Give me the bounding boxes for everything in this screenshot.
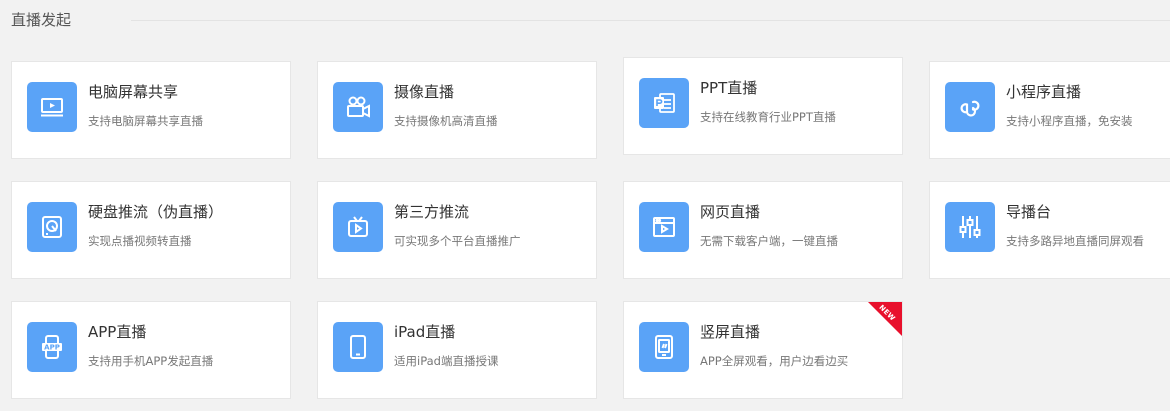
mixer-sliders-icon — [945, 202, 995, 252]
section-header: 直播发起 — [11, 9, 1170, 31]
card-ppt[interactable]: PPT直播 支持在线教育行业PPT直播 — [623, 57, 903, 155]
card-desc: 适用iPad端直播授课 — [394, 354, 499, 368]
card-camera[interactable]: 摄像直播 支持摄像机高清直播 — [317, 61, 597, 159]
card-desc: 支持多路异地直播同屏观看 — [1006, 234, 1144, 248]
card-desc: 支持在线教育行业PPT直播 — [700, 110, 836, 124]
new-badge: NEW — [868, 302, 902, 336]
tv-icon — [333, 202, 383, 252]
camera-icon — [333, 82, 383, 132]
section-title: 直播发起 — [11, 11, 72, 29]
card-third-party[interactable]: 第三方推流 可实现多个平台直播推广 — [317, 181, 597, 279]
card-screen-share[interactable]: 电脑屏幕共享 支持电脑屏幕共享直播 — [11, 61, 291, 159]
card-title: 第三方推流 — [394, 203, 470, 221]
screen-share-icon — [27, 82, 77, 132]
card-desc: 实现点播视频转直播 — [88, 234, 192, 248]
card-title: APP直播 — [88, 323, 147, 341]
card-desc: 支持电脑屏幕共享直播 — [88, 114, 203, 128]
card-mini-program[interactable]: 小程序直播 支持小程序直播，免安装 — [929, 61, 1170, 159]
card-desc: 可实现多个平台直播推广 — [394, 234, 521, 248]
section-divider — [131, 20, 1170, 21]
card-webpage[interactable]: 网页直播 无需下载客户端，一键直播 — [623, 181, 903, 279]
card-title: 导播台 — [1006, 203, 1052, 221]
card-ipad[interactable]: iPad直播 适用iPad端直播授课 — [317, 301, 597, 399]
card-title: iPad直播 — [394, 323, 456, 341]
mini-program-icon — [945, 82, 995, 132]
vertical-screen-icon — [639, 322, 689, 372]
card-desc: 支持用手机APP发起直播 — [88, 354, 214, 368]
app-icon-label: APP — [44, 344, 60, 352]
card-title: 网页直播 — [700, 203, 761, 221]
card-hard-disk[interactable]: 硬盘推流（伪直播） 实现点播视频转直播 — [11, 181, 291, 279]
card-desc: 无需下载客户端，一键直播 — [700, 234, 838, 248]
card-desc: APP全屏观看，用户边看边买 — [700, 354, 849, 368]
card-desc: 支持摄像机高清直播 — [394, 114, 498, 128]
card-title: 硬盘推流（伪直播） — [88, 203, 224, 221]
ipad-icon — [333, 322, 383, 372]
ppt-icon — [639, 78, 689, 128]
card-vertical-screen[interactable]: 竖屏直播 APP全屏观看，用户边看边买 NEW — [623, 301, 903, 399]
app-phone-icon: APP — [27, 322, 77, 372]
card-title: 竖屏直播 — [700, 323, 761, 341]
card-title: 电脑屏幕共享 — [88, 83, 179, 101]
card-desc: 支持小程序直播，免安装 — [1006, 114, 1133, 128]
card-title: 小程序直播 — [1006, 83, 1082, 101]
card-mixer[interactable]: 导播台 支持多路异地直播同屏观看 — [929, 181, 1170, 279]
webpage-icon — [639, 202, 689, 252]
card-title: PPT直播 — [700, 79, 758, 97]
card-title: 摄像直播 — [394, 83, 455, 101]
hard-disk-icon — [27, 202, 77, 252]
card-app[interactable]: APP APP直播 支持用手机APP发起直播 — [11, 301, 291, 399]
new-badge-label: NEW — [877, 303, 897, 323]
